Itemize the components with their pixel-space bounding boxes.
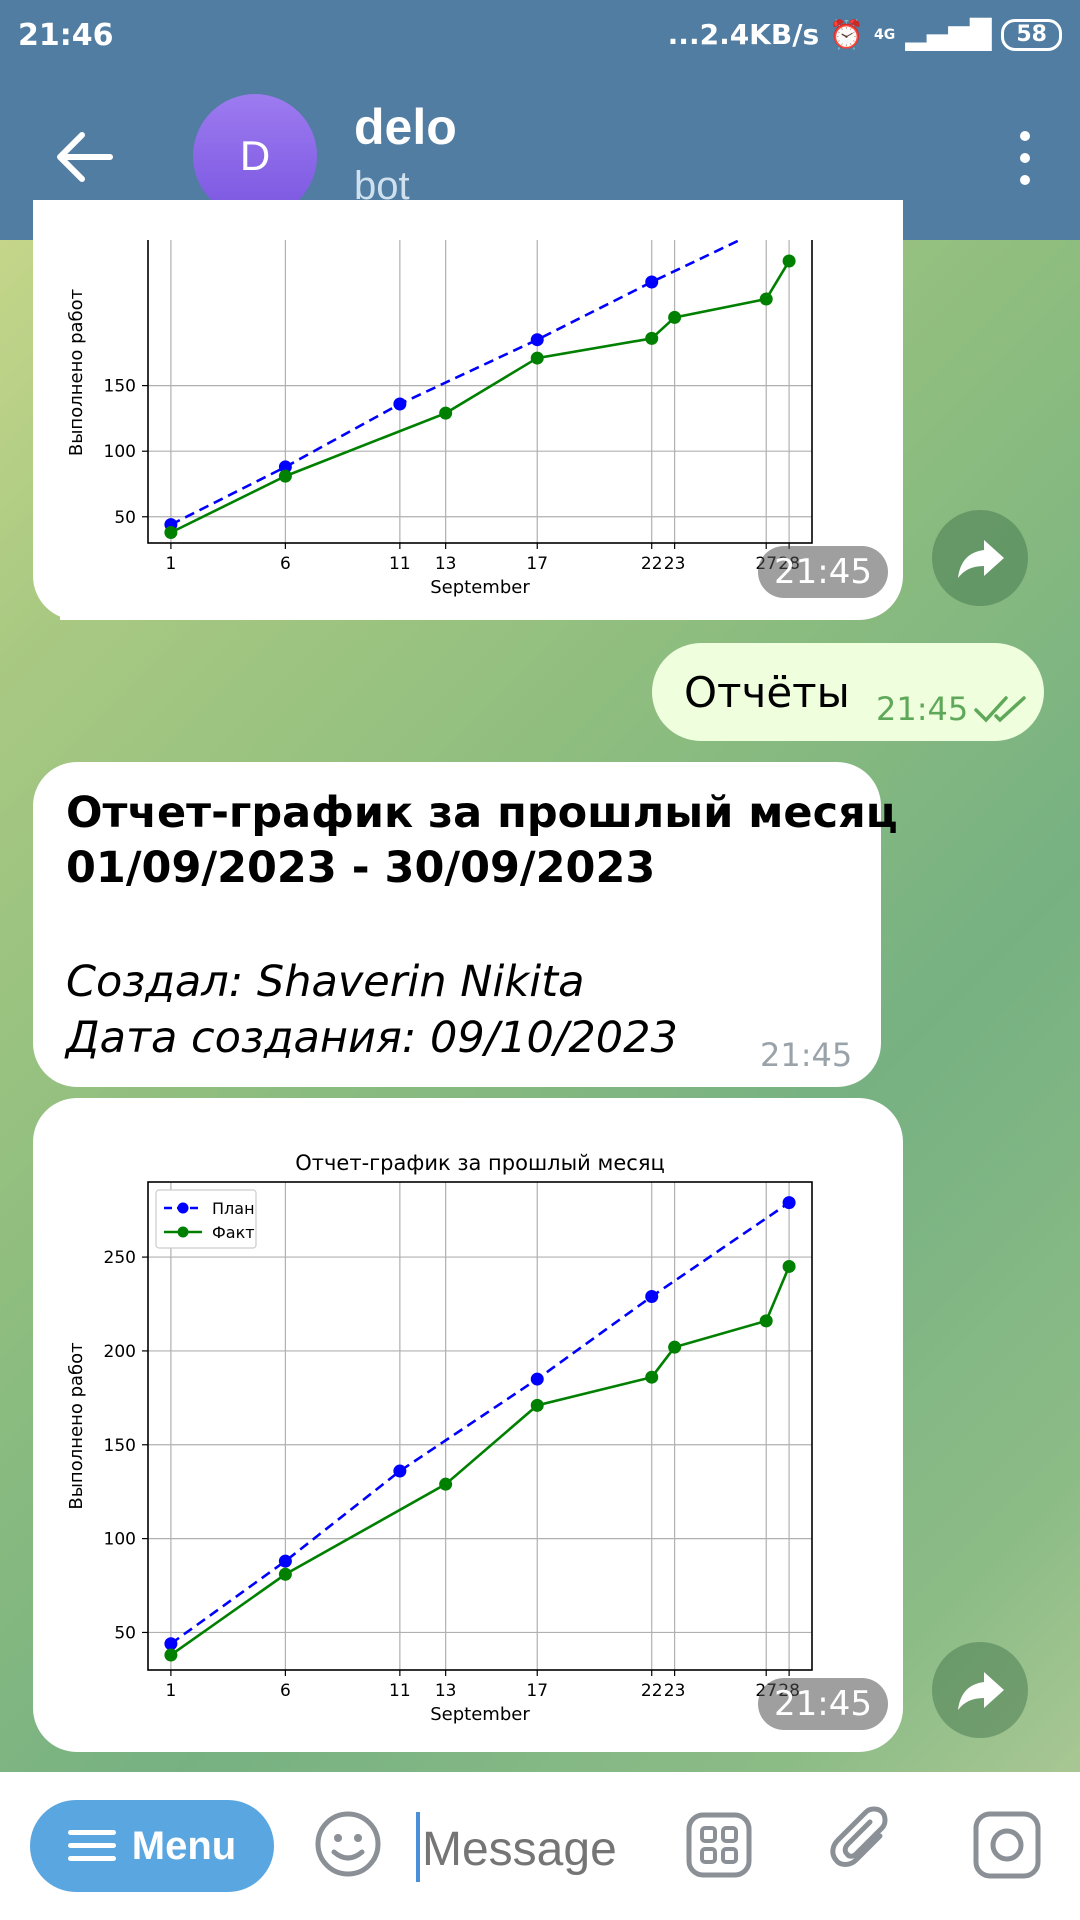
legend-marker [177,1202,189,1214]
data-point-plan [164,1637,178,1651]
y-tick-label: 200 [104,1342,136,1362]
y-tick-label: 150 [104,377,136,397]
network-speed: ...2.4KB/s [667,18,820,51]
status-icons: ...2.4KB/s ⏰ 4G ▂▄▆█ 58 [668,18,1062,51]
data-point-fact [164,526,178,540]
data-point-fact [439,406,453,420]
plan-fact-chart: 161113172223272850100150200250SeptemberВ… [60,1140,840,1740]
data-point-plan [530,333,544,347]
message-input[interactable] [420,1808,684,1890]
data-point-fact [645,331,659,345]
data-point-plan [530,1372,544,1386]
message-composer: Menu [0,1772,1080,1920]
report-title: Отчет-график за прошлый месяц [66,788,898,838]
y-axis-label: Выполнено работ [66,1342,87,1509]
network-type: 4G [874,26,896,43]
data-point-plan [393,397,407,411]
legend-label: План [212,1199,255,1218]
outgoing-message-time: 21:45 [876,690,969,728]
x-tick-label: 17 [526,554,548,574]
y-tick-label: 50 [114,508,136,528]
data-point-fact [668,1340,682,1354]
bot-menu-button[interactable]: Menu [30,1800,274,1892]
hamburger-icon [67,1830,116,1861]
data-point-fact [278,469,292,483]
data-point-plan [645,275,659,289]
menu-button-label: Menu [131,1823,237,1868]
y-tick-label: 100 [104,1530,136,1550]
image-timestamp: 21:45 [758,1678,888,1730]
x-tick-label: 6 [280,1681,291,1701]
data-point-fact [759,1314,773,1328]
data-point-plan [393,1464,407,1478]
read-double-check-icon [974,696,1026,723]
report-date-range: 01/09/2023 - 30/09/2023 [66,843,656,893]
y-tick-label: 150 [104,1436,136,1456]
data-point-plan [782,1196,796,1210]
x-tick-label: 11 [389,1681,411,1701]
data-point-fact [164,1648,178,1662]
x-tick-label: 22 [641,1681,663,1701]
x-tick-label: 13 [435,1681,457,1701]
x-tick-label: 1 [165,554,176,574]
signal-icon: ▂▄▆█ [905,18,992,51]
y-tick-label: 250 [104,1248,136,1268]
status-time: 21:46 [18,18,114,53]
bot-commands-icon[interactable] [686,1812,752,1878]
data-point-fact [530,351,544,365]
data-point-fact [782,254,796,268]
data-point-fact [439,1477,453,1491]
data-point-fact [530,1398,544,1412]
legend-marker [177,1226,189,1238]
y-tick-label: 100 [104,442,136,462]
share-button[interactable] [932,510,1028,606]
battery-indicator: 58 [1001,18,1062,51]
data-point-fact [668,310,682,324]
report-message-time: 21:45 [760,1036,853,1074]
chart-title: Отчет-график за прошлый месяц [295,1151,665,1175]
x-axis-label: September [430,577,530,598]
status-bar: 21:46 ...2.4KB/s ⏰ 4G ▂▄▆█ 58 [0,0,1080,72]
share-arrow-icon [958,1672,1004,1710]
outgoing-message-text: Отчёты [684,668,850,717]
more-options-icon[interactable] [1010,128,1040,188]
x-tick-label: 13 [435,554,457,574]
attach-paperclip-icon[interactable] [826,1806,902,1882]
report-creator: Создал: Shaverin Nikita [66,957,585,1007]
x-tick-label: 23 [664,1681,686,1701]
avatar-letter: D [239,132,271,179]
emoji-icon[interactable] [312,1808,384,1880]
image-timestamp: 21:45 [758,546,888,598]
data-point-plan [278,1554,292,1568]
legend-label: Факт [212,1223,255,1242]
data-point-plan [645,1289,659,1303]
data-point-fact [782,1259,796,1273]
report-creation-date: Дата создания: 09/10/2023 [66,1013,678,1063]
alarm-icon: ⏰ [829,18,864,51]
chat-title[interactable]: delo [354,98,457,156]
back-arrow-icon[interactable] [50,122,120,192]
camera-icon[interactable] [972,1810,1042,1880]
x-tick-label: 22 [641,554,663,574]
x-tick-label: 1 [165,1681,176,1701]
x-tick-label: 23 [664,554,686,574]
share-button[interactable] [932,1642,1028,1738]
share-arrow-icon [958,540,1004,578]
x-axis-label: September [430,1704,530,1725]
plan-fact-chart-top: 161113172223272850100150SeptemberВыполне… [60,240,840,620]
x-tick-label: 6 [280,554,291,574]
data-point-fact [645,1370,659,1384]
data-point-fact [278,1567,292,1581]
y-axis-label: Выполнено работ [66,289,87,456]
data-point-fact [759,292,773,306]
y-tick-label: 50 [114,1623,136,1643]
x-tick-label: 11 [389,554,411,574]
x-tick-label: 17 [526,1681,548,1701]
